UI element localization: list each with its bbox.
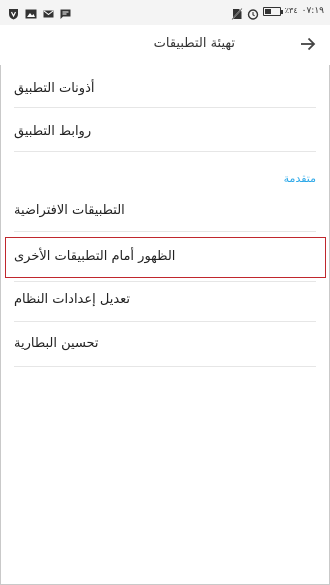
page-title: تهيئة التطبيقات — [153, 36, 235, 51]
mail-icon — [43, 5, 54, 18]
item-app-permissions[interactable]: أذونات التطبيق — [14, 68, 316, 108]
shield-icon — [8, 5, 19, 20]
section-header-advanced: متقدمة — [283, 172, 316, 185]
battery-icon — [262, 6, 283, 16]
back-button[interactable] — [296, 33, 320, 57]
item-label: التطبيقات الافتراضية — [14, 202, 125, 218]
clock: ٠٧:١٩ — [301, 6, 324, 16]
status-bar-left — [8, 5, 71, 20]
divider — [14, 321, 316, 322]
item-modify-system-settings[interactable]: تعديل إعدادات النظام — [14, 279, 316, 319]
item-app-links[interactable]: روابط التطبيق — [14, 111, 316, 151]
item-label: تعديل إعدادات النظام — [14, 291, 131, 307]
status-bar-right: ٪٣٤ ٠٧:١٩ — [231, 5, 324, 20]
item-draw-over-other-apps[interactable]: الظهور أمام التطبيقات الأخرى — [14, 236, 316, 276]
alarm-icon — [247, 5, 259, 20]
item-battery-optimization[interactable]: تحسين البطارية — [14, 323, 316, 363]
image-icon — [25, 5, 37, 19]
item-label: روابط التطبيق — [14, 123, 92, 139]
divider — [14, 366, 316, 367]
battery-percent: ٪٣٤ — [284, 6, 298, 15]
arrow-right-icon — [300, 36, 316, 55]
divider — [14, 107, 316, 108]
status-bar: ٪٣٤ ٠٧:١٩ — [0, 0, 330, 25]
divider — [14, 151, 316, 152]
item-label: الظهور أمام التطبيقات الأخرى — [14, 248, 176, 264]
item-label: أذونات التطبيق — [14, 80, 95, 96]
item-label: تحسين البطارية — [14, 335, 99, 351]
message-icon — [60, 5, 71, 19]
divider — [14, 231, 316, 232]
app-bar: تهيئة التطبيقات — [0, 25, 330, 65]
no-sim-icon — [231, 5, 243, 20]
item-default-apps[interactable]: التطبيقات الافتراضية — [14, 190, 316, 230]
